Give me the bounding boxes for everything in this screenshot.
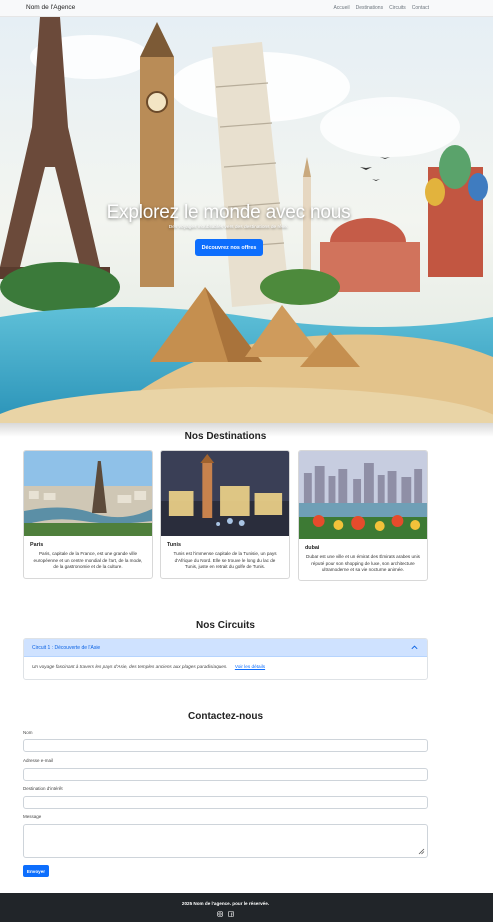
nav-link-accueil[interactable]: Accueil: [333, 5, 349, 11]
instagram-icon[interactable]: [217, 911, 223, 917]
nav-link-contact[interactable]: Contact: [412, 5, 429, 11]
discover-offers-button[interactable]: Découvrez nos offres: [195, 239, 263, 256]
nav-link-destinations[interactable]: Destinations: [356, 5, 384, 11]
accordion-text: Un voyage fascinant à travers les pays d…: [32, 664, 228, 669]
name-label: Nom: [23, 730, 33, 735]
destination-card-dubai[interactable]: dubai Dubaï est une ville et un émirat d…: [298, 450, 428, 581]
circuits-title: Nos Circuits: [196, 620, 255, 631]
email-input[interactable]: [23, 768, 428, 781]
destination-card-tunis[interactable]: Tunis Tunis est l'immense capitale de la…: [160, 450, 290, 579]
card-text: Paris, capitale de la France, est une gr…: [33, 551, 143, 570]
dubai-image: [299, 451, 427, 539]
circuits-accordion: Circuit 1 : Découverte de l'Asie Un voya…: [23, 638, 428, 680]
brand-link[interactable]: Nom de l'Agence: [26, 4, 75, 11]
paris-image: [24, 451, 152, 536]
navbar: Nom de l'Agence Accueil Destinations Cir…: [0, 0, 493, 17]
name-input[interactable]: [23, 739, 428, 752]
destinations-title: Nos Destinations: [184, 431, 267, 442]
accordion-body: Un voyage fascinant à travers les pays d…: [24, 657, 427, 676]
card-text: Dubaï est une ville et un émirat des Émi…: [306, 554, 420, 573]
submit-button[interactable]: Envoyer: [23, 865, 49, 877]
footer: 2025 Nom de l'agence. pour le réservée.: [0, 893, 493, 922]
destination-card-paris[interactable]: Paris Paris, capitale de la France, est …: [23, 450, 153, 579]
message-label: Message: [23, 814, 42, 819]
destination-label: Destination d'intérêt: [23, 786, 63, 791]
hero-section: Explorez le monde avec nous Des voyages …: [0, 17, 493, 423]
resize-handle-icon[interactable]: [417, 847, 425, 855]
tunis-image: [161, 451, 289, 536]
hero-subtitle: Des voyages inoubliables vers des destin…: [168, 225, 289, 230]
nav-links: Accueil Destinations Circuits Contact: [333, 5, 429, 11]
destination-input[interactable]: [23, 796, 428, 809]
hero-title: Explorez le monde avec nous: [106, 202, 351, 223]
contact-title: Contactez-nous: [188, 711, 263, 722]
view-details-link[interactable]: Voir les détails: [235, 664, 265, 669]
accordion-header[interactable]: Circuit 1 : Découverte de l'Asie: [24, 639, 427, 657]
facebook-icon[interactable]: [228, 911, 234, 917]
message-textarea[interactable]: [23, 824, 428, 858]
card-text: Tunis est l'immense capitale de la Tunis…: [173, 551, 277, 570]
accordion-title: Circuit 1 : Découverte de l'Asie: [32, 644, 101, 651]
email-label: Adresse e-mail: [23, 758, 54, 763]
nav-link-circuits[interactable]: Circuits: [389, 5, 406, 11]
footer-text: 2025 Nom de l'agence. pour le réservée.: [181, 901, 270, 906]
chevron-up-icon: [411, 645, 418, 650]
